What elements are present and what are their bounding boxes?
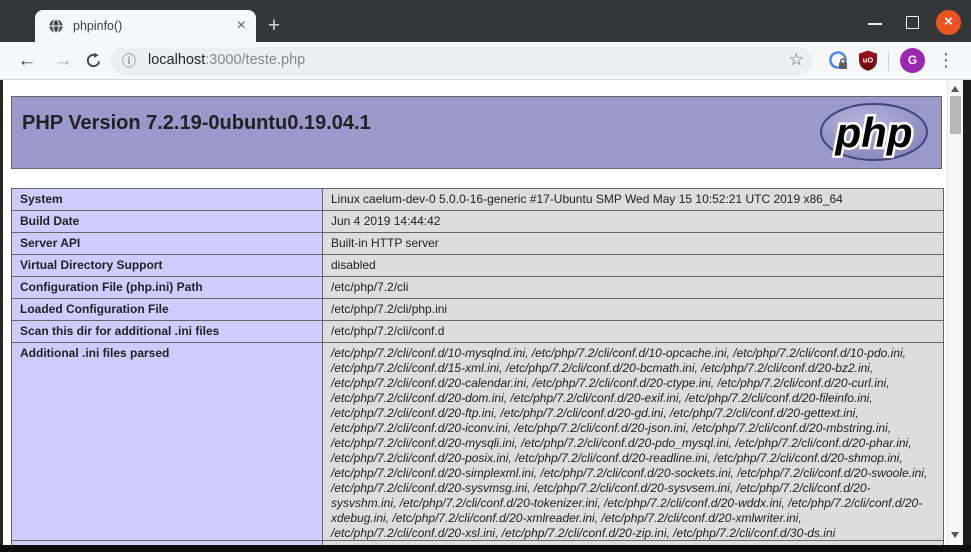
ublock-extension-icon[interactable]: uO [857, 42, 879, 79]
url-host: localhost [148, 52, 205, 68]
minimize-button[interactable] [868, 23, 882, 25]
php-info-table: System Linux caelum-dev-0 5.0.0-16-gener… [11, 188, 944, 545]
row-label: System [12, 189, 323, 211]
table-row-build-date: Build Date Jun 4 2019 14:44:42 [12, 211, 944, 233]
profile-avatar[interactable]: G [900, 48, 925, 73]
page-scrollbar[interactable] [947, 80, 963, 545]
browser-window: phpinfo() × + × ← → ⓘ localhost:3000/tes… [0, 0, 971, 552]
row-value: /etc/php/7.2/cli [323, 277, 944, 299]
scroll-down-icon[interactable] [951, 532, 959, 538]
row-label: Scan this dir for additional .ini files [12, 321, 323, 343]
scroll-up-icon[interactable] [951, 86, 959, 92]
info-icon[interactable]: ⓘ [122, 47, 136, 75]
back-icon[interactable]: ← [12, 42, 42, 79]
page-title: PHP Version 7.2.19-0ubuntu0.19.04.1 [12, 97, 941, 135]
scrollbar-thumb[interactable] [950, 96, 961, 134]
row-value: Linux caelum-dev-0 5.0.0-16-generic #17-… [323, 189, 944, 211]
tab-close-icon[interactable]: × [237, 18, 246, 34]
row-label: Virtual Directory Support [12, 255, 323, 277]
browser-toolbar: ← → ⓘ localhost:3000/teste.php ☆ [0, 42, 971, 80]
new-tab-button[interactable]: + [261, 13, 287, 39]
row-label: Loaded Configuration File [12, 299, 323, 321]
php-version-header: PHP Version 7.2.19-0ubuntu0.19.04.1 php [11, 96, 942, 169]
tab-strip: phpinfo() × + × [0, 0, 971, 42]
url-text[interactable]: localhost:3000/teste.php [148, 47, 305, 75]
window-right-border [963, 80, 971, 552]
window-close-button[interactable]: × [936, 10, 961, 35]
row-value: Built-in HTTP server [323, 233, 944, 255]
row-value: disabled [323, 255, 944, 277]
url-bar[interactable]: ⓘ localhost:3000/teste.php ☆ [111, 47, 812, 75]
window-bottom-border [0, 545, 971, 552]
row-value: /etc/php/7.2/cli/conf.d/10-mysqlnd.ini, … [323, 343, 944, 545]
browser-menu-icon[interactable]: ⋮ [933, 42, 959, 79]
globe-favicon [48, 18, 64, 34]
row-label: Build Date [12, 211, 323, 233]
table-row-additional-ini: Additional .ini files parsed /etc/php/7.… [12, 343, 944, 545]
row-value: Jun 4 2019 14:44:42 [323, 211, 944, 233]
tab-phpinfo[interactable]: phpinfo() × [35, 10, 256, 42]
onepassword-extension-icon[interactable] [827, 42, 849, 79]
window-left-border [0, 80, 3, 552]
bookmark-star-icon[interactable]: ☆ [789, 47, 804, 75]
row-label: Configuration File (php.ini) Path [12, 277, 323, 299]
forward-icon: → [48, 42, 78, 79]
row-label: Additional .ini files parsed [12, 343, 323, 545]
table-row-loaded-config: Loaded Configuration File /etc/php/7.2/c… [12, 299, 944, 321]
php-logo-text: php [835, 109, 913, 156]
table-row-scan-dir: Scan this dir for additional .ini files … [12, 321, 944, 343]
table-row-server-api: Server API Built-in HTTP server [12, 233, 944, 255]
tab-title: phpinfo() [73, 19, 237, 33]
toolbar-divider [888, 51, 889, 71]
table-row-virtual-directory: Virtual Directory Support disabled [12, 255, 944, 277]
php-logo: php [815, 100, 934, 165]
table-row-config-path: Configuration File (php.ini) Path /etc/p… [12, 277, 944, 299]
url-path: :3000/teste.php [205, 52, 305, 68]
ublock-label: uO [863, 56, 874, 65]
row-value: /etc/php/7.2/cli/conf.d [323, 321, 944, 343]
reload-icon[interactable] [79, 42, 107, 79]
row-value: /etc/php/7.2/cli/php.ini [323, 299, 944, 321]
table-row-system: System Linux caelum-dev-0 5.0.0-16-gener… [12, 189, 944, 211]
row-label: Server API [12, 233, 323, 255]
maximize-button[interactable] [906, 16, 919, 29]
